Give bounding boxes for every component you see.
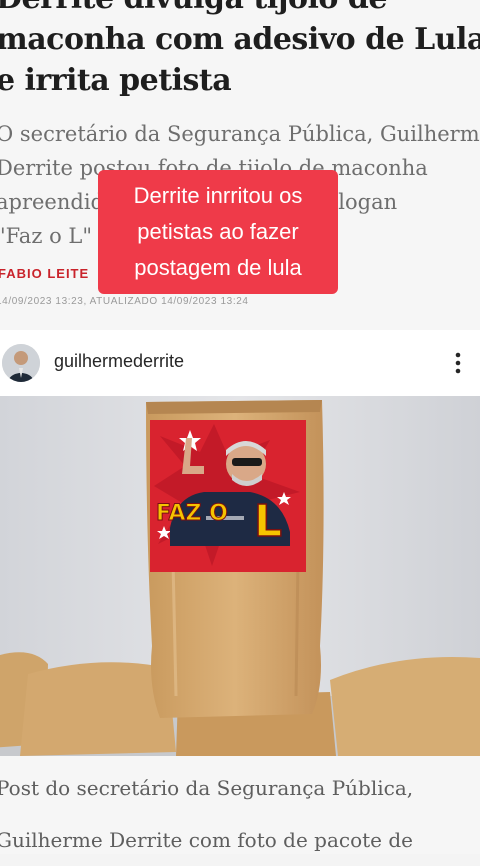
overlay-line: Derrite inrritou os bbox=[133, 183, 303, 208]
avatar[interactable] bbox=[2, 344, 40, 382]
caption-line: Guilherme Derrite com foto de pacote de bbox=[0, 828, 413, 852]
svg-text:L: L bbox=[254, 496, 282, 547]
caption-line: Post do secretário da Segurança Pública, bbox=[0, 776, 414, 800]
instagram-post-header: guilhermederrite bbox=[0, 330, 480, 396]
lula-sticker: FAZ O L bbox=[150, 420, 306, 572]
headline-line: e irrita petista bbox=[0, 63, 232, 98]
article-headline: Derrite divulga tijolo de maconha com ad… bbox=[0, 0, 480, 101]
article: Derrite divulga tijolo de maconha com ad… bbox=[0, 0, 480, 854]
subtitle-line: O secretário da Segurança Pública, Guilh… bbox=[0, 122, 480, 146]
more-vertical-icon[interactable] bbox=[450, 350, 466, 376]
overlay-line: petistas ao fazer bbox=[137, 219, 299, 244]
overlay-line: postagem de lula bbox=[134, 255, 302, 280]
video-caption-overlay: Derrite inrritou os petistas ao fazer po… bbox=[98, 170, 338, 294]
post-photo: FAZ O L bbox=[0, 396, 480, 756]
photo-caption: Post do secretário da Segurança Pública,… bbox=[0, 762, 474, 866]
sticker-text: FAZ O bbox=[156, 501, 228, 526]
headline-line: Derrite divulga tijolo de bbox=[0, 0, 472, 19]
author-link[interactable]: FABIO LEITE bbox=[0, 266, 89, 281]
headline-line: maconha com adesivo de Lula bbox=[0, 22, 480, 57]
publish-dates: 14/09/2023 13:23, ATUALIZADO 14/09/2023 … bbox=[0, 296, 249, 307]
post-username[interactable]: guilhermederrite bbox=[54, 351, 184, 372]
